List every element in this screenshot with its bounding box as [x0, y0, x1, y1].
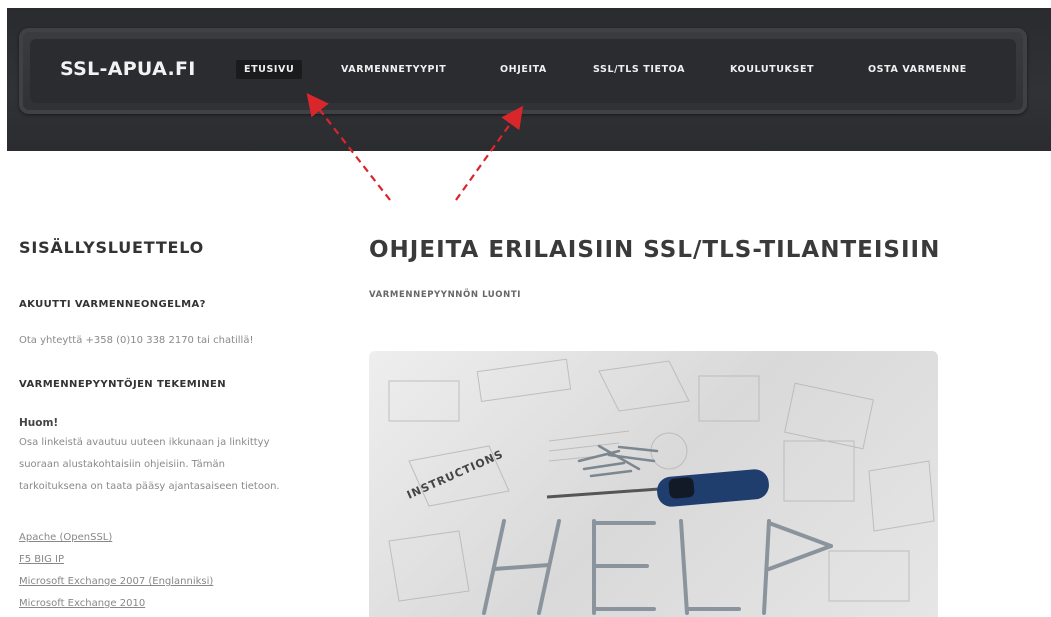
page-subtitle: VARMENNEPYYNNÖN LUONTI: [369, 290, 522, 300]
page-title: OHJEITA ERILAISIIN SSL/TLS-TILANTEISIIN: [369, 237, 941, 263]
requests-heading: VARMENNEPYYNTÖJEN TEKEMINEN: [19, 379, 227, 390]
sidebar-title: SISÄLLYSLUETTELO: [19, 238, 205, 257]
nav-etusivu[interactable]: ETUSIVU: [236, 60, 303, 79]
note-line-2: suoraan alustakohtaisiin ohjeisiin. Tämä…: [19, 459, 225, 470]
nav-koulutukset[interactable]: KOULUTUKSET: [730, 64, 814, 75]
link-exchange-2007[interactable]: Microsoft Exchange 2007 (Englanniksi): [19, 576, 213, 587]
sidebar: SISÄLLYSLUETTELO AKUUTTI VARMENNEONGELMA…: [19, 238, 339, 609]
note-line-1: Osa linkeistä avautuu uuteen ikkunaan ja…: [19, 437, 270, 448]
hero-image: INSTRUCTIONS: [369, 351, 938, 617]
nav-varmennetyypit[interactable]: VARMENNETYYPIT: [341, 64, 446, 75]
hero-instructions-text: INSTRUCTIONS: [405, 447, 506, 501]
note-title: Huom!: [19, 417, 59, 429]
nav-osta-varmenne[interactable]: OSTA VARMENNE: [868, 64, 967, 75]
urgent-heading: AKUUTTI VARMENNEONGELMA?: [19, 299, 206, 310]
link-f5-big-ip[interactable]: F5 BIG IP: [19, 554, 64, 565]
nav-ohjeita[interactable]: OHJEITA: [500, 64, 547, 75]
link-apache[interactable]: Apache (OpenSSL): [19, 532, 112, 543]
nav-ssl-tls-tietoa[interactable]: SSL/TLS TIETOA: [593, 64, 685, 75]
urgent-text: Ota yhteyttä +358 (0)10 338 2170 tai cha…: [19, 335, 254, 346]
link-exchange-2010[interactable]: Microsoft Exchange 2010: [19, 598, 145, 609]
hero-illustration: INSTRUCTIONS: [388, 358, 935, 615]
site-logo[interactable]: SSL-APUA.FI: [60, 58, 196, 80]
note-line-3: tarkoituksena on taata pääsy ajantasaise…: [19, 481, 280, 492]
